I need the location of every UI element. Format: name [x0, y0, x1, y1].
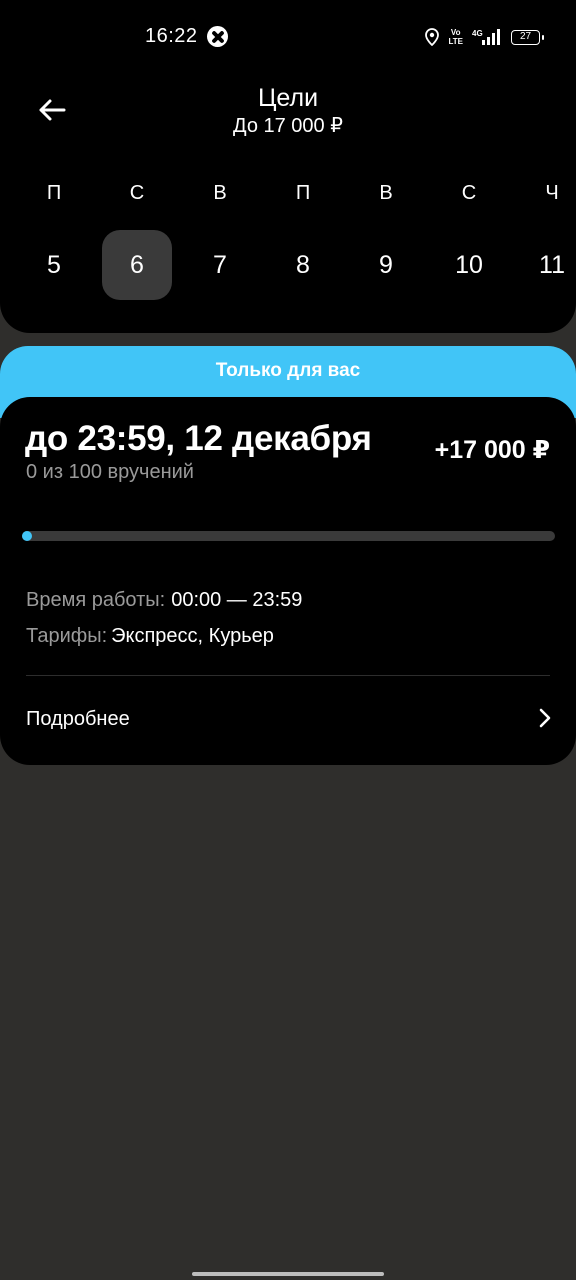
- weekday-label: В: [213, 182, 227, 204]
- promo-label: Только для вас: [215, 360, 361, 381]
- signal-icon: 4G: [472, 28, 502, 46]
- day-picker-item[interactable]: Ч 11: [517, 182, 576, 302]
- goal-deadline: до 23:59, 12 декабря: [25, 419, 372, 458]
- weekday-label: Ч: [545, 182, 559, 204]
- progress-bar: [22, 531, 555, 541]
- working-hours-row: Время работы: 00:00 — 23:59: [26, 589, 302, 612]
- page-title: Цели: [257, 84, 319, 112]
- battery-icon: 27: [511, 29, 544, 45]
- tariffs-label: Тарифы:: [26, 625, 108, 647]
- network-type: 4G: [472, 29, 483, 38]
- volte-icon: Vo LTE: [448, 28, 463, 46]
- page-subtitle: До 17 000 ₽: [233, 115, 343, 137]
- day-picker-item[interactable]: П 5: [19, 182, 89, 302]
- day-picker-item[interactable]: В 9: [351, 182, 421, 302]
- weekday-label: С: [461, 182, 477, 204]
- progress-fill: [22, 531, 32, 541]
- date-cell[interactable]: 7: [185, 230, 255, 300]
- volte-line2: LTE: [448, 37, 463, 46]
- day-picker-item-selected[interactable]: С 6: [102, 182, 172, 302]
- day-picker-item[interactable]: С 10: [434, 182, 504, 302]
- status-bar: 16:22 Vo LTE 4G 27: [0, 0, 576, 72]
- status-time: 16:22: [145, 25, 198, 47]
- working-hours-value: 00:00 — 23:59: [171, 589, 303, 611]
- details-label: Подробнее: [26, 708, 130, 730]
- goal-progress-text: 0 из 100 вручений: [26, 461, 194, 483]
- app-notification-icon: [207, 26, 228, 47]
- status-icons: Vo LTE 4G 27: [425, 26, 544, 48]
- tariffs-value: Экспресс, Курьер: [111, 625, 274, 647]
- date-cell-selected[interactable]: 6: [102, 230, 172, 300]
- chevron-right-icon: [539, 708, 551, 728]
- date-cell[interactable]: 11: [517, 230, 576, 300]
- weekday-label: С: [129, 182, 145, 204]
- screen: 16:22 Vo LTE 4G 27 Цели До 17 000 ₽ П 5 …: [0, 0, 576, 1280]
- weekday-label: П: [46, 182, 62, 204]
- day-picker-item[interactable]: В 7: [185, 182, 255, 302]
- goals-header: Цели До 17 000 ₽ П 5 С 6 В 7 П 8 В 9 С 1…: [0, 72, 576, 333]
- date-cell[interactable]: 9: [351, 230, 421, 300]
- volte-line1: Vo: [450, 28, 461, 37]
- working-hours-label: Время работы:: [26, 589, 166, 611]
- date-cell[interactable]: 10: [434, 230, 504, 300]
- divider: [26, 675, 550, 676]
- date-cell[interactable]: 5: [19, 230, 89, 300]
- tariffs-row: Тарифы: Экспресс, Курьер: [26, 625, 274, 648]
- details-link[interactable]: Подробнее: [0, 687, 576, 751]
- weekday-label: П: [295, 182, 311, 204]
- date-cell[interactable]: 8: [268, 230, 338, 300]
- location-icon: [425, 28, 440, 46]
- home-indicator[interactable]: [192, 1272, 384, 1276]
- weekday-label: В: [379, 182, 393, 204]
- goal-card[interactable]: до 23:59, 12 декабря +17 000 ₽ 0 из 100 …: [0, 397, 576, 765]
- day-picker-item[interactable]: П 8: [268, 182, 338, 302]
- goal-reward: +17 000 ₽: [434, 436, 550, 464]
